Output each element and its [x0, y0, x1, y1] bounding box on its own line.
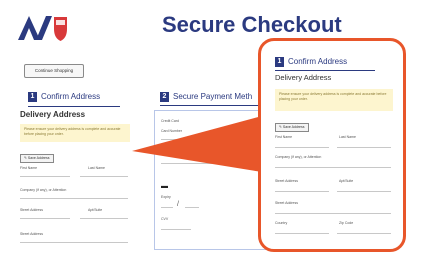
- step-label: Confirm Address: [288, 57, 348, 67]
- step-number: 1: [275, 57, 284, 67]
- step-confirm-address-zoom: 1 Confirm Address: [275, 57, 347, 67]
- field-label: Company (if any), or Attention: [275, 155, 322, 159]
- apt-field[interactable]: [337, 191, 391, 192]
- field-label: Last Name: [339, 135, 356, 139]
- company-field[interactable]: [275, 167, 391, 168]
- delivery-address-heading: Delivery Address: [275, 73, 332, 82]
- last-name-field[interactable]: [337, 147, 391, 148]
- field-label: First Name: [275, 135, 293, 139]
- zip-field[interactable]: [337, 233, 391, 234]
- field-label: Zip Code: [339, 221, 354, 225]
- address-notice: Please ensure your delivery address is c…: [275, 89, 393, 111]
- zoom-callout: 1 Confirm Address Delivery Address Please…: [258, 38, 406, 252]
- street-field[interactable]: [275, 191, 329, 192]
- street-address-field[interactable]: [275, 213, 391, 214]
- button-label: Save Address: [282, 125, 305, 129]
- field-label: Apt/Suite: [339, 179, 354, 183]
- country-select[interactable]: [275, 233, 329, 234]
- field-label: Street Address: [275, 201, 298, 205]
- field-label: Street Address: [275, 179, 298, 183]
- divider: [275, 70, 375, 71]
- save-address-button[interactable]: ✎ Save Address: [275, 123, 309, 132]
- first-name-field[interactable]: [275, 147, 329, 148]
- field-label: Country: [275, 221, 288, 225]
